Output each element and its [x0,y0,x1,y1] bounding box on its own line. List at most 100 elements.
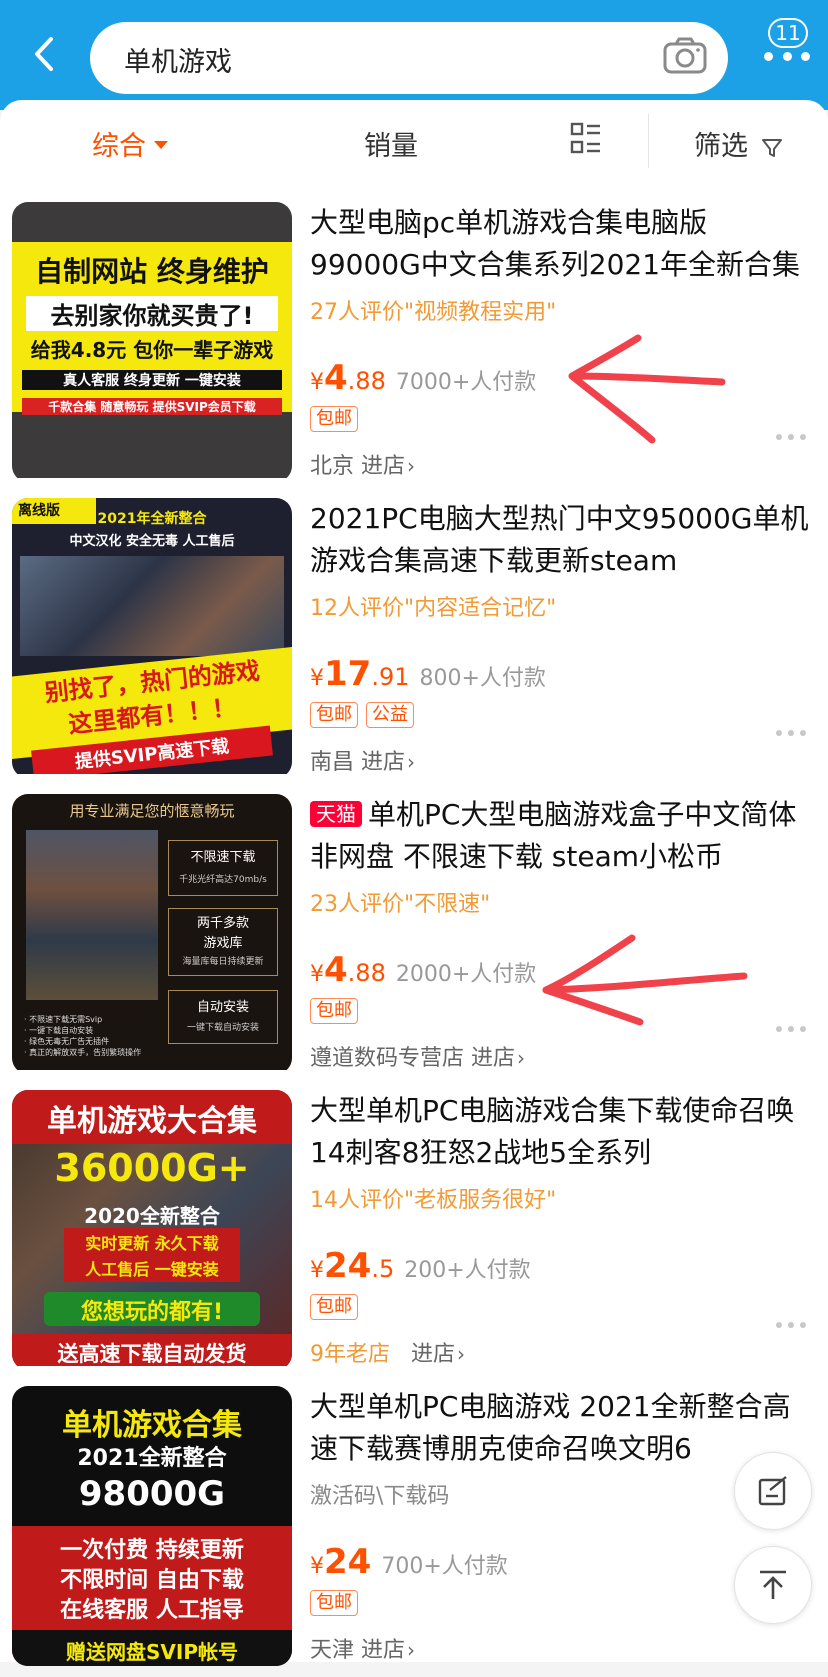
price-integer: 4 [324,950,348,990]
thumb-text: · 不限速下载无需Svip [24,1015,103,1024]
price-decimal: .91 [371,663,410,691]
store-badge: 9年老店 [310,1342,390,1367]
thumb-text: 自制网站 终身维护 [35,255,269,288]
product-title[interactable]: 2021PC电脑大型热门中文95000G单机游戏合集高速下载更新steam [310,498,810,582]
tab-filter-label: 筛选 [694,131,748,162]
product-image[interactable]: 单机游戏大合集 36000G+ 2020全新整合 实时更新 永久下载 人工售后 … [12,1090,292,1370]
product-review: 12人评价"内容适合记忆" [310,596,557,621]
product-title[interactable]: 大型电脑pc单机游戏合集电脑版99000G中文合集系列2021年全新合集 [310,202,810,286]
product-info: 天猫 单机PC大型电脑游戏盒子中文简体 非网盘 不限速下载 steam小松币 23… [310,794,810,1071]
tag-free-shipping: 包邮 [310,998,358,1024]
product-title-text: 单机PC大型电脑游戏盒子中文简体 非网盘 不限速下载 steam小松币 [310,798,797,873]
price-row: ¥ 24 .5 200+人付款 [310,1246,531,1286]
price-integer: 24 [324,1246,372,1286]
store-link[interactable]: 遵道数码专营店 进店 › [310,1040,525,1072]
filter-icon [761,138,782,157]
thumb-text: 送高速下载自动发货 [57,1342,247,1366]
product-card[interactable]: 单机游戏合集 2021全新整合 98000G 一次付费 持续更新 不限时间 自由… [0,1366,828,1666]
product-image[interactable]: 用专业满足您的惬意畅玩 不限速下载 千兆光纤高达70mb/s 两千多款 游戏库 … [12,794,292,1074]
feedback-button[interactable] [734,1452,812,1530]
price-row: ¥ 17 .91 800+人付款 [310,654,546,694]
sales-count: 800+人付款 [419,666,546,691]
product-title[interactable]: 大型单机PC电脑游戏合集下载使命召唤14刺客8狂怒2战地5全系列 [310,1090,810,1174]
thumb-text: 不限时间 自由下载 [60,1568,244,1593]
search-query: 单机游戏 [124,47,232,78]
tag-free-shipping: 包邮 [310,1590,358,1616]
thumb-text: 人工售后 一键安装 [85,1260,219,1279]
more-options-icon[interactable] [776,730,806,738]
thumb-text: · 一键下载自动安装 [24,1026,94,1035]
price-decimal: .5 [371,1255,395,1283]
sales-count: 200+人付款 [404,1258,531,1283]
product-image[interactable]: 离线版 2021年全新整合 中文汉化 安全无毒 人工售后 别找了，热门的游戏 这… [12,498,292,778]
tag-charity: 公益 [366,702,414,728]
product-info: 2021PC电脑大型热门中文95000G单机游戏合集高速下载更新steam 12… [310,498,810,775]
product-review: 27人评价"视频教程实用" [310,300,557,325]
sales-count: 7000+人付款 [395,370,537,395]
product-image-art: 单机游戏大合集 36000G+ 2020全新整合 实时更新 永久下载 人工售后 … [12,1090,292,1370]
more-options-icon[interactable] [776,1322,806,1330]
product-image-art: 离线版 2021年全新整合 中文汉化 安全无毒 人工售后 别找了，热门的游戏 这… [12,498,292,778]
product-title[interactable]: 大型单机PC电脑游戏 2021全新整合高速下载赛博朋克使命召唤文明6 [310,1386,810,1470]
thumb-text: 游戏库 [203,936,243,951]
thumb-text: 98000G [78,1474,226,1514]
thumb-text: 千兆光纤高达70mb/s [179,875,267,885]
more-dots-icon [764,52,810,62]
product-card[interactable]: 离线版 2021年全新整合 中文汉化 安全无毒 人工售后 别找了，热门的游戏 这… [0,478,828,778]
sort-bar: 综合 销量 筛选 [0,100,828,182]
thumb-text: 2021全新整合 [77,1446,227,1471]
more-options-icon[interactable] [776,434,806,442]
search-input[interactable]: 单机游戏 [90,22,728,94]
currency-symbol: ¥ [310,1554,324,1579]
thumb-text: 一键下载自动安装 [186,1023,259,1033]
tag-list: 包邮 [310,998,358,1024]
back-button[interactable] [24,34,64,74]
tag-list: 包邮 公益 [310,702,414,728]
price-row: ¥ 4 .88 7000+人付款 [310,358,536,398]
product-image[interactable]: 自制网站 终身维护 去别家你就买贵了! 给我4.8元 包你一辈子游戏 真人客服 … [12,202,292,482]
thumb-text: 不限速下载 [190,850,256,865]
store-name: 北京 [310,454,355,479]
enter-store-label: 进店 [411,1342,456,1367]
product-image[interactable]: 单机游戏合集 2021全新整合 98000G 一次付费 持续更新 不限时间 自由… [12,1386,292,1666]
tab-sales[interactable]: 销量 [364,124,418,163]
tab-comprehensive[interactable]: 综合 [92,124,168,163]
back-to-top-button[interactable] [734,1546,812,1624]
more-options-icon[interactable] [776,1026,806,1034]
store-link[interactable]: 北京 进店 › [310,448,415,480]
sales-count: 2000+人付款 [395,962,537,987]
store-name: 天津 [310,1638,355,1663]
sort-divider [648,114,649,168]
store-name: 南昌 [310,750,355,775]
thumb-text: 单机游戏合集 [62,1408,242,1443]
top-bar: 单机游戏 11 [0,0,828,110]
tab-filter[interactable]: 筛选 [694,124,783,163]
store-link[interactable]: 9年老店 进店 › [310,1336,465,1368]
currency-symbol: ¥ [310,370,324,395]
product-title[interactable]: 天猫 单机PC大型电脑游戏盒子中文简体 非网盘 不限速下载 steam小松币 [310,794,810,878]
store-link[interactable]: 天津 进店 › [310,1632,415,1664]
thumb-text: 海量库每日持续更新 [182,957,264,967]
thumb-text: 36000G+ [54,1146,250,1190]
layout-toggle-button[interactable] [570,122,602,160]
tag-list: 包邮 [310,1294,358,1320]
store-link[interactable]: 南昌 进店 › [310,744,415,776]
thumb-text: · 绿色无毒无广告无插件 [24,1037,110,1046]
product-card[interactable]: 单机游戏大合集 36000G+ 2020全新整合 实时更新 永久下载 人工售后 … [0,1070,828,1370]
price-integer: 17 [324,654,372,694]
price-decimal: .88 [347,959,386,987]
thumb-text: 2020全新整合 [84,1204,220,1228]
thumb-text: 实时更新 永久下载 [85,1234,219,1253]
tag-free-shipping: 包邮 [310,406,358,432]
camera-search-button[interactable] [662,36,708,80]
enter-store-label: 进店 [361,454,406,479]
price-row: ¥ 24 700+人付款 [310,1542,508,1582]
enter-store-label: 进店 [361,750,406,775]
thumb-text: 自动安装 [196,1000,249,1015]
chevron-right-icon: › [517,1046,526,1070]
price-row: ¥ 4 .88 2000+人付款 [310,950,536,990]
thumb-text: 中文汉化 安全无毒 人工售后 [69,534,235,549]
annotation-arrow-icon [568,334,726,444]
store-name: 遵道数码专营店 [310,1046,465,1071]
thumb-text: 您想玩的都有! [80,1300,224,1325]
